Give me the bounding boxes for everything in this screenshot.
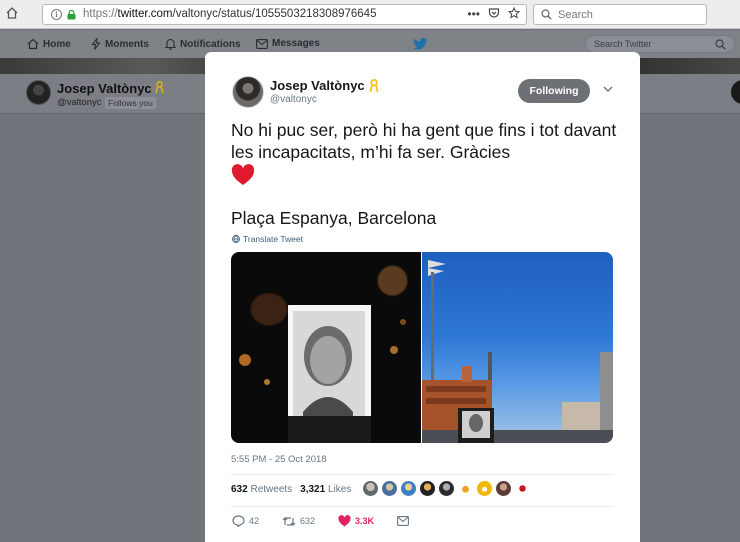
retweets-stat[interactable]: 632 Retweets — [231, 484, 292, 495]
avatar[interactable] — [477, 481, 492, 496]
globe-icon — [232, 235, 240, 243]
lock-icon — [67, 10, 76, 20]
yellow-ribbon-icon — [369, 78, 379, 92]
nav-messages[interactable]: Messages — [256, 38, 320, 49]
author-handle[interactable]: @valtonyc — [270, 94, 317, 105]
home-icon[interactable] — [4, 6, 20, 22]
divider — [231, 474, 614, 475]
profile-name[interactable]: Josep Valtònyc — [57, 80, 165, 96]
chevron-down-icon[interactable] — [603, 86, 613, 93]
likes-count: 3,321 — [300, 484, 326, 495]
nav-home-label: Home — [43, 38, 71, 50]
tweet-text: No hi puc ser, però hi ha gent que fins … — [231, 119, 621, 186]
nav-home[interactable]: Home — [27, 38, 71, 50]
likes-stat[interactable]: 3,321 Likes — [300, 484, 351, 495]
nav-notifications[interactable]: Notifications — [165, 38, 241, 50]
avatar[interactable] — [515, 481, 530, 496]
bookmark-star-icon[interactable] — [508, 7, 520, 19]
browser-search-placeholder: Search — [558, 9, 593, 21]
avatar[interactable] — [439, 481, 454, 496]
direct-message-button[interactable] — [397, 516, 410, 526]
plaza-espanya-image — [422, 260, 613, 443]
url-text: https://twitter.com/valtonyc/status/1055… — [83, 8, 377, 20]
likes-label: Likes — [327, 484, 352, 495]
tweet-stats: 632 Retweets 3,321 Likes — [231, 484, 351, 495]
translate-tweet-link[interactable]: Translate Tweet — [232, 234, 303, 244]
nav-notifications-label: Notifications — [180, 38, 241, 50]
twitter-search-field[interactable]: Search Twitter — [585, 35, 735, 53]
translate-label: Translate Tweet — [243, 234, 304, 244]
retweets-count: 632 — [231, 484, 248, 495]
twitter-bird-icon[interactable] — [413, 38, 428, 50]
heart-icon — [338, 515, 351, 527]
tweet-modal: Josep Valtònyc @valtonyc Following No hi… — [205, 52, 640, 542]
avatar[interactable] — [496, 481, 511, 496]
search-icon — [541, 9, 552, 20]
tweet-media[interactable] — [231, 252, 613, 443]
profile-name-text: Josep Valtònyc — [57, 81, 152, 96]
avatar[interactable] — [401, 481, 416, 496]
pocket-icon[interactable] — [488, 7, 500, 19]
url-bar[interactable]: i https://twitter.com/valtonyc/status/10… — [42, 4, 527, 25]
nav-moments-label: Moments — [105, 38, 149, 50]
avatar[interactable] — [458, 481, 473, 496]
tweet-text-body: No hi puc ser, però hi ha gent que fins … — [231, 120, 617, 162]
author-name-text: Josep Valtònyc — [270, 78, 365, 93]
avatar[interactable] — [26, 80, 51, 105]
night-billboard-image — [239, 305, 406, 443]
retweet-button[interactable]: 632 — [282, 516, 315, 527]
red-heart-icon — [231, 164, 255, 185]
more-icon[interactable]: ••• — [467, 7, 480, 21]
tweet-timestamp[interactable]: 5:55 PM - 25 Oct 2018 — [231, 454, 327, 465]
yellow-ribbon-icon — [155, 80, 165, 94]
follows-you-badge: Follows you — [105, 97, 156, 109]
nav-moments[interactable]: Moments — [91, 38, 149, 50]
like-button[interactable]: 3.3K — [338, 515, 374, 527]
bell-icon — [165, 38, 176, 50]
search-icon — [715, 39, 726, 50]
home-icon — [27, 38, 39, 50]
liker-avatars — [363, 481, 530, 496]
tweet-photo-night[interactable] — [231, 252, 421, 443]
tweet-actions: 42 632 3.3K — [232, 515, 432, 527]
like-count: 3.3K — [355, 516, 375, 526]
avatar[interactable] — [420, 481, 435, 496]
reply-icon — [232, 515, 245, 527]
browser-search-field[interactable]: Search — [533, 4, 707, 25]
avatar[interactable] — [382, 481, 397, 496]
browser-toolbar: i https://twitter.com/valtonyc/status/10… — [0, 0, 740, 29]
envelope-icon — [397, 516, 410, 526]
tweet-photo-day[interactable] — [422, 252, 613, 443]
tweet-location-text: Plaça Espanya, Barcelona — [231, 208, 437, 228]
retweet-count: 632 — [300, 516, 316, 526]
retweets-label: Retweets — [250, 484, 293, 495]
profile-handle: @valtonyc — [57, 97, 102, 108]
author-avatar[interactable] — [232, 76, 264, 108]
reply-button[interactable]: 42 — [232, 515, 259, 527]
retweet-icon — [282, 516, 296, 526]
info-icon[interactable]: i — [51, 9, 62, 20]
lightning-icon — [91, 38, 101, 50]
nav-messages-label: Messages — [272, 38, 320, 49]
twitter-search-placeholder: Search Twitter — [594, 39, 652, 49]
following-button[interactable]: Following — [518, 79, 590, 103]
author-name[interactable]: Josep Valtònyc — [270, 78, 379, 93]
envelope-icon — [256, 38, 268, 49]
reply-count: 42 — [249, 516, 260, 526]
divider — [231, 506, 614, 507]
avatar[interactable] — [363, 481, 378, 496]
